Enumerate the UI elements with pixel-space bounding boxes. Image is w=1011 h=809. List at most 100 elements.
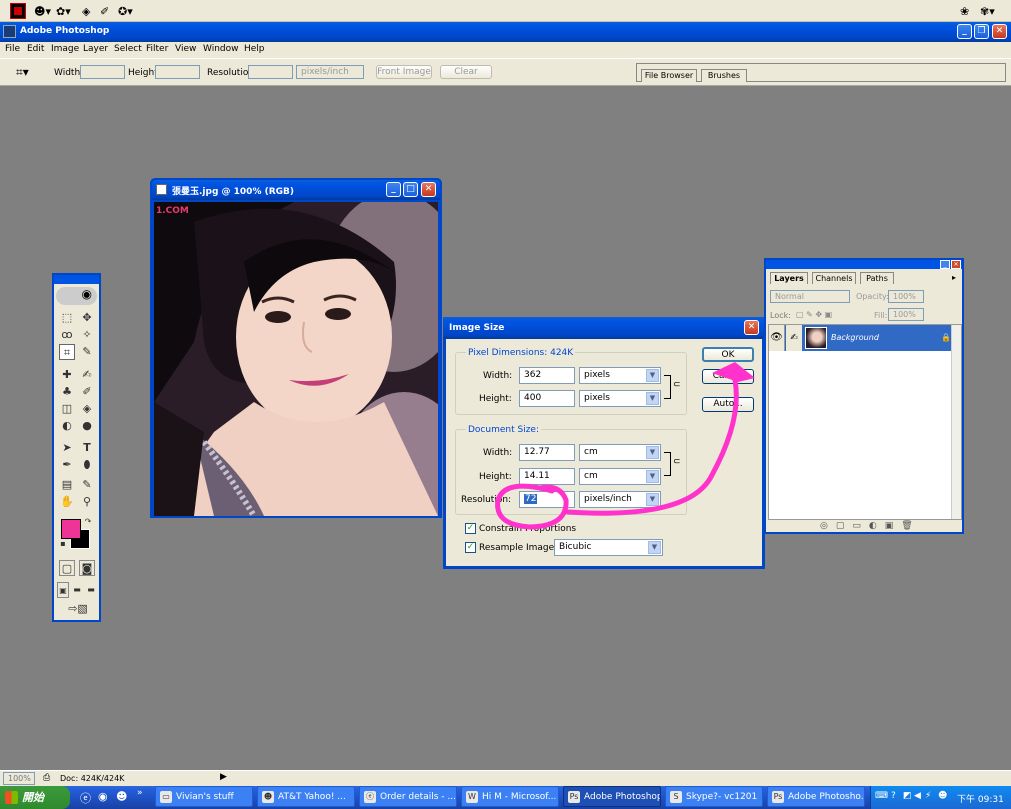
lock-icons[interactable]: ▢ ✎ ✥ ▣ bbox=[796, 310, 832, 319]
magic-wand-tool-icon[interactable]: ✧ bbox=[79, 327, 95, 343]
doc-minimize-button[interactable]: _ bbox=[386, 182, 401, 197]
eye-icon[interactable]: 👁 bbox=[769, 325, 785, 351]
gear-icon[interactable]: ◈ bbox=[82, 5, 90, 18]
px-width-input[interactable]: 362 bbox=[519, 367, 575, 384]
zoom-field[interactable]: 100% bbox=[3, 772, 35, 785]
eyedropper-tool-icon[interactable]: ✎ bbox=[79, 477, 95, 493]
clear-button[interactable]: Clear bbox=[440, 65, 492, 79]
marquee-tool-icon[interactable]: ⬚ bbox=[59, 310, 75, 326]
quicklaunch-more-icon[interactable]: » bbox=[137, 788, 143, 798]
doc-width-input[interactable]: 12.77 bbox=[519, 444, 575, 461]
tab-layers[interactable]: Layers bbox=[770, 272, 808, 284]
jump-to-imageready-icon[interactable]: ⇨▧ bbox=[66, 601, 90, 617]
path-selection-tool-icon[interactable]: ➤ bbox=[59, 440, 75, 456]
paint-bucket-tool-icon[interactable]: ◈ bbox=[79, 401, 95, 417]
history-brush-tool-icon[interactable]: ✐ bbox=[79, 384, 95, 400]
keyboard-icon[interactable]: ⌨ bbox=[875, 791, 888, 801]
px-height-input[interactable]: 400 bbox=[519, 390, 575, 407]
menu-help[interactable]: Help bbox=[244, 44, 265, 54]
tab-paths[interactable]: Paths bbox=[860, 272, 894, 284]
menu-edit[interactable]: Edit bbox=[27, 44, 44, 54]
menu-select[interactable]: Select bbox=[114, 44, 142, 54]
doc-close-button[interactable]: ✕ bbox=[421, 182, 436, 197]
slice-tool-icon[interactable]: ✎ bbox=[79, 344, 95, 360]
ime-icon[interactable]: ◩ bbox=[903, 791, 912, 801]
app-icon[interactable] bbox=[10, 3, 26, 19]
auto-button[interactable]: Auto... bbox=[702, 397, 754, 412]
doc-height-input[interactable]: 14.11 bbox=[519, 468, 575, 485]
quicklaunch-ie-icon[interactable]: ⓔ bbox=[80, 790, 91, 806]
height-input[interactable] bbox=[155, 65, 200, 79]
document-title-bar[interactable]: 張曼玉.jpg @ 100% (RGB) _ □ ✕ bbox=[152, 180, 440, 200]
layer-list-scrollbar[interactable] bbox=[951, 325, 961, 519]
dodge-tool-icon[interactable]: ● bbox=[79, 418, 95, 434]
screen-mode-1-icon[interactable]: ▣ bbox=[57, 582, 69, 598]
swap-colors-icon[interactable]: ↷ bbox=[83, 517, 93, 527]
standard-mode-icon[interactable]: ▢ bbox=[59, 560, 75, 576]
network-icon[interactable]: ⚡ bbox=[925, 791, 931, 801]
close-button[interactable]: ✕ bbox=[992, 24, 1007, 39]
layer-row-background[interactable]: 👁 ✍ Background 🔒 bbox=[769, 325, 951, 351]
taskbar-item-skype[interactable]: S Skype?- vc1201 bbox=[665, 786, 763, 807]
tab-brushes[interactable]: Brushes bbox=[701, 69, 747, 82]
help-icon[interactable]: ? bbox=[891, 791, 896, 801]
screen-mode-2-icon[interactable]: ▬ bbox=[71, 582, 83, 598]
px-width-unit-select[interactable]: pixels ▼ bbox=[579, 367, 661, 384]
panel-menu-icon[interactable]: ▸ bbox=[952, 273, 956, 282]
menu-layer[interactable]: Layer bbox=[83, 44, 108, 54]
layers-panel-title-bar[interactable] bbox=[766, 260, 962, 269]
cancel-button[interactable]: Cancel bbox=[702, 369, 754, 384]
type-tool-icon[interactable]: T bbox=[79, 440, 95, 456]
healing-brush-tool-icon[interactable]: ✚ bbox=[59, 367, 75, 383]
taskbar-item-photoshop-active[interactable]: Ps Adobe Photoshop bbox=[563, 786, 661, 807]
status-menu-arrow-icon[interactable]: ▶ bbox=[220, 772, 227, 782]
document-canvas[interactable]: 1.COM bbox=[154, 202, 438, 516]
px-height-unit-select[interactable]: pixels ▼ bbox=[579, 390, 661, 407]
menu-file[interactable]: File bbox=[5, 44, 20, 54]
ok-button[interactable]: OK bbox=[702, 347, 754, 362]
zoom-tool-icon[interactable]: ⚲ bbox=[79, 494, 95, 510]
doc-maximize-button[interactable]: □ bbox=[403, 182, 418, 197]
toolbox-title[interactable] bbox=[54, 275, 99, 284]
menu-window[interactable]: Window bbox=[203, 44, 239, 54]
pen-tool-icon[interactable]: ✒ bbox=[59, 457, 75, 473]
blend-mode-select[interactable]: Normal bbox=[770, 290, 850, 303]
hand-tool-icon[interactable]: ✋ bbox=[59, 494, 75, 510]
tray-icon-1[interactable]: ❀ bbox=[960, 5, 969, 18]
tab-file-browser[interactable]: File Browser bbox=[641, 69, 697, 82]
resolution-field-input[interactable]: 72 bbox=[519, 491, 575, 508]
taskbar-item-vivian[interactable]: ▭ Vivian's stuff bbox=[155, 786, 253, 807]
clone-stamp-tool-icon[interactable]: ♣ bbox=[59, 384, 75, 400]
resolution-field-unit-select[interactable]: pixels/inch ▼ bbox=[579, 491, 661, 508]
blur-tool-icon[interactable]: ◐ bbox=[59, 418, 75, 434]
quicklaunch-messenger-icon[interactable]: ☻ bbox=[116, 790, 127, 803]
resample-method-select[interactable]: Bicubic ▼ bbox=[554, 539, 663, 556]
eraser-tool-icon[interactable]: ◫ bbox=[59, 401, 75, 417]
adobe-eye-icon[interactable]: ◉ bbox=[56, 287, 97, 305]
tool-icon[interactable]: ✿▾ bbox=[56, 5, 71, 18]
brush-link-icon[interactable]: ✍ bbox=[786, 325, 802, 351]
opacity-input[interactable]: 100% bbox=[888, 290, 924, 303]
quick-mask-icon[interactable]: ◙ bbox=[79, 560, 95, 576]
crop-tool-selected-icon[interactable]: ⌗ bbox=[59, 344, 75, 360]
brush-tool-icon[interactable]: ✍ bbox=[79, 367, 95, 383]
tray-arrow-icon[interactable]: ◀ bbox=[914, 791, 921, 801]
width-input[interactable] bbox=[80, 65, 125, 79]
resolution-input[interactable] bbox=[248, 65, 293, 79]
quicklaunch-desktop-icon[interactable]: ◉ bbox=[98, 790, 108, 803]
dialog-title-bar[interactable]: Image Size ✕ bbox=[443, 317, 765, 339]
restore-button[interactable]: ❐ bbox=[974, 24, 989, 39]
lasso-tool-icon[interactable]: ꝏ bbox=[59, 327, 75, 343]
screen-mode-3-icon[interactable]: ▬ bbox=[85, 582, 97, 598]
taskbar-item-yahoo[interactable]: ☻ AT&T Yahoo! ... bbox=[257, 786, 355, 807]
arrow-icon[interactable]: ✐ bbox=[100, 5, 109, 18]
dialog-close-button[interactable]: ✕ bbox=[744, 320, 759, 335]
layers-bottom-icons[interactable]: ◎▢▭◐▣🗑 bbox=[820, 521, 921, 531]
panel-minimize-button[interactable]: _ bbox=[940, 260, 950, 269]
menu-filter[interactable]: Filter bbox=[146, 44, 168, 54]
menu-view[interactable]: View bbox=[175, 44, 196, 54]
foreground-color-swatch[interactable] bbox=[61, 519, 81, 539]
notes-tool-icon[interactable]: ▤ bbox=[59, 477, 75, 493]
front-image-button[interactable]: Front Image bbox=[376, 65, 432, 79]
taskbar-item-order[interactable]: ⓔ Order details - ... bbox=[359, 786, 457, 807]
